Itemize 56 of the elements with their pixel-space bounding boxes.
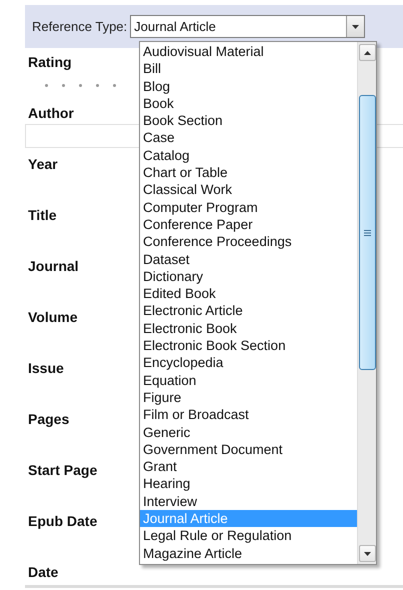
field-label: Author [28, 104, 74, 122]
dropdown-option[interactable]: Film or Broadcast [140, 406, 357, 424]
rating-dot[interactable] [96, 84, 99, 86]
reference-type-dropdown[interactable]: Journal Article [130, 15, 366, 38]
field-label: Epub Date [28, 512, 98, 530]
field-label: Pages [28, 410, 70, 428]
dropdown-option[interactable]: Audiovisual Material [140, 43, 357, 60]
dropdown-option[interactable]: Conference Proceedings [140, 233, 357, 251]
field-label: Issue [28, 359, 64, 377]
dropdown-option[interactable]: Grant [140, 458, 357, 476]
dropdown-option[interactable]: Dataset [140, 250, 357, 268]
rating-dot[interactable] [62, 84, 65, 86]
dropdown-option[interactable]: Generic [140, 424, 357, 441]
dropdown-option[interactable]: Equation [140, 372, 357, 389]
dropdown-option[interactable]: Magazine Article [140, 544, 357, 562]
rating-dot[interactable] [45, 84, 48, 86]
dropdown-option[interactable]: Electronic Article [140, 302, 357, 320]
dropdown-option[interactable]: Conference Paper [140, 216, 357, 234]
field-label: Journal [28, 257, 79, 275]
caret-down-icon [364, 552, 370, 556]
dropdown-option[interactable]: Book Section [140, 112, 357, 130]
dropdown-arrow-button[interactable] [346, 16, 364, 37]
field-label: Title [28, 206, 57, 224]
dropdown-option[interactable]: Hearing [140, 475, 357, 493]
dropdown-option[interactable]: Computer Program [140, 198, 357, 216]
field-label: Year [28, 155, 58, 173]
dropdown-option[interactable]: Case [140, 129, 357, 147]
grip-icon [364, 230, 370, 236]
dropdown-option[interactable]: Classical Work [140, 181, 357, 199]
field-label: Volume [28, 308, 78, 326]
dropdown-option[interactable]: Book [140, 94, 357, 112]
scroll-up-button[interactable] [358, 44, 376, 61]
dropdown-option[interactable]: Catalog [140, 146, 357, 164]
dropdown-option[interactable]: Legal Rule or Regulation [140, 527, 357, 545]
rating-dot[interactable] [113, 84, 116, 86]
dropdown-option[interactable]: Bill [140, 60, 357, 78]
dropdown-option[interactable]: Electronic Book [140, 320, 357, 338]
dropdown-option[interactable]: Edited Book [140, 285, 357, 302]
dropdown-option[interactable]: Government Document [140, 440, 357, 458]
dropdown-option[interactable]: Figure [140, 388, 357, 406]
caret-icon [352, 24, 360, 28]
dropdown-option[interactable]: Dictionary [140, 268, 357, 286]
dropdown-option[interactable]: Interview [140, 492, 357, 510]
scroll-down-button[interactable] [358, 545, 376, 562]
field-label: Date [28, 563, 58, 581]
dropdown-option[interactable]: Electronic Book Section [140, 337, 357, 354]
field-label: Rating [28, 53, 72, 71]
dropdown-option[interactable]: Encyclopedia [140, 354, 357, 372]
field-label: Start Page [28, 461, 98, 479]
caret-up-icon [364, 50, 370, 54]
dropdown-option[interactable]: Blog [140, 78, 357, 95]
rating-dot[interactable] [79, 84, 82, 86]
dropdown-option[interactable]: Chart or Table [140, 164, 357, 182]
reference-type-label: Reference Type: [32, 19, 128, 34]
scrollbar[interactable] [357, 42, 376, 564]
scroll-thumb[interactable] [358, 95, 376, 370]
